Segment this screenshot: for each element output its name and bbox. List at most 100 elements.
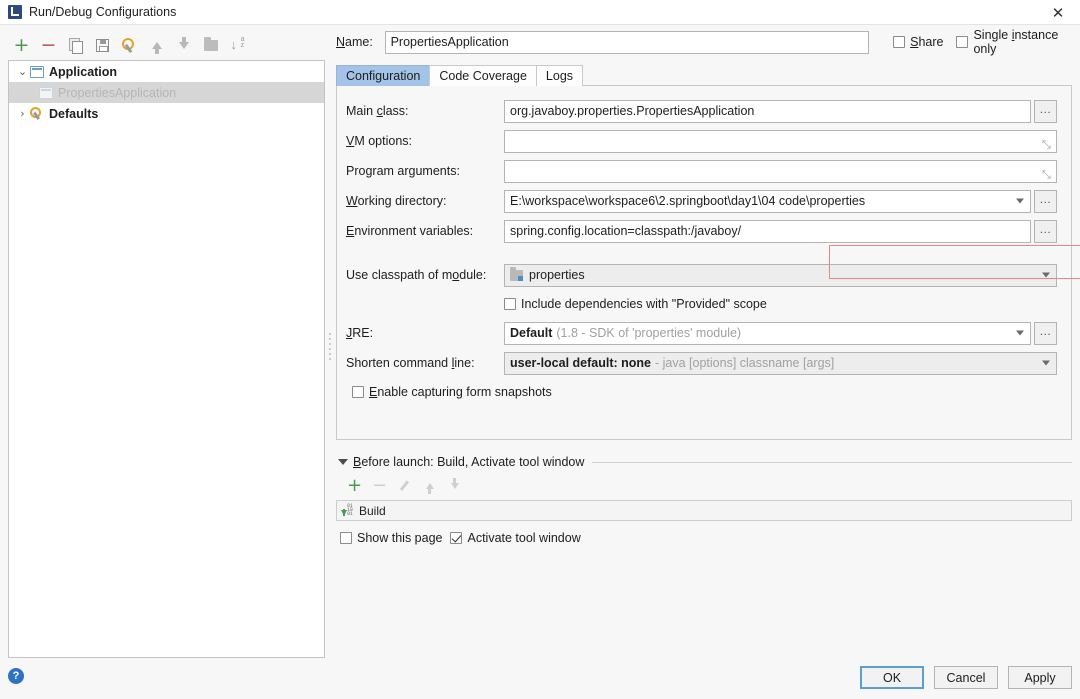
chevron-down-icon[interactable]	[1016, 331, 1024, 336]
checkbox-box[interactable]	[340, 532, 352, 544]
program-arguments-label: Program arguments:	[346, 164, 504, 178]
chevron-right-icon[interactable]: ›	[15, 107, 30, 120]
sort-alphabetically-button[interactable]: ↓az	[224, 34, 251, 56]
move-down-button[interactable]	[170, 34, 197, 56]
panel-splitter[interactable]	[327, 330, 332, 372]
close-icon[interactable]: ✕	[1036, 0, 1080, 25]
arrow-up-icon	[426, 483, 434, 489]
move-up-button[interactable]	[143, 34, 170, 56]
vm-options-label: VM options:	[346, 134, 504, 148]
copy-configuration-button[interactable]	[62, 34, 89, 56]
add-task-button[interactable]: +	[343, 475, 366, 497]
enable-capturing-checkbox[interactable]: Enable capturing form snapshots	[352, 385, 552, 399]
add-configuration-button[interactable]: +	[8, 34, 35, 56]
tree-node-label: PropertiesApplication	[58, 86, 176, 100]
show-this-page-label: Show this page	[357, 531, 442, 545]
tab-configuration[interactable]: Configuration	[336, 65, 430, 86]
configuration-panel: Main class: org.javaboy.properties.Prope…	[336, 85, 1072, 440]
single-instance-only-checkbox[interactable]: Single instance only	[956, 28, 1072, 56]
single-instance-label: Single instance only	[973, 28, 1072, 56]
tree-node-defaults[interactable]: › Defaults	[9, 103, 324, 124]
main-class-row: Main class: org.javaboy.properties.Prope…	[346, 98, 1057, 124]
chevron-down-icon[interactable]	[1042, 361, 1050, 366]
expand-icon[interactable]: ⤡	[1042, 169, 1053, 180]
tab-logs[interactable]: Logs	[536, 65, 583, 86]
editor-tabs: Configuration Code Coverage Logs	[336, 65, 1072, 86]
shorten-command-line-select[interactable]: user-local default: none - java [options…	[504, 352, 1057, 375]
window-title: Run/Debug Configurations	[29, 5, 176, 19]
remove-configuration-button[interactable]: −	[35, 34, 62, 56]
main-class-input[interactable]: org.javaboy.properties.PropertiesApplica…	[504, 100, 1031, 123]
minus-icon: −	[41, 36, 57, 55]
working-directory-browse-button[interactable]: …	[1034, 190, 1057, 213]
enable-capturing-label: Enable capturing form snapshots	[369, 385, 552, 399]
save-configuration-button[interactable]	[89, 34, 116, 56]
header-checkboxes: Share Single instance only	[893, 28, 1072, 56]
checkbox-box[interactable]	[352, 386, 364, 398]
show-this-page-checkbox[interactable]: Show this page	[340, 531, 442, 545]
before-launch-header[interactable]: Before launch: Build, Activate tool wind…	[336, 455, 1072, 469]
expand-icon[interactable]: ⤡	[1042, 139, 1053, 150]
move-task-down-button[interactable]	[443, 475, 466, 497]
name-row: Name: Share Single instance only	[336, 30, 1072, 54]
chevron-down-icon[interactable]	[1042, 273, 1050, 278]
jre-value: Default	[510, 326, 552, 340]
shorten-command-line-label: Shorten command line:	[346, 356, 504, 370]
chevron-down-icon[interactable]	[1016, 199, 1024, 204]
jre-hint: (1.8 - SDK of 'properties' module)	[556, 326, 741, 340]
tree-node-propertiesapplication[interactable]: PropertiesApplication	[9, 82, 324, 103]
before-launch-task-list[interactable]: 011001 Build	[336, 500, 1072, 521]
tab-code-coverage[interactable]: Code Coverage	[429, 65, 537, 86]
name-input[interactable]	[385, 31, 870, 54]
arrow-up-icon	[152, 42, 162, 49]
dialog-buttons: OK Cancel Apply	[860, 666, 1072, 689]
working-directory-input[interactable]: E:\workspace\workspace6\2.springboot\day…	[504, 190, 1031, 213]
vm-options-row: VM options: ⤡	[346, 128, 1057, 154]
cancel-button[interactable]: Cancel	[934, 666, 998, 689]
apply-button[interactable]: Apply	[1008, 666, 1072, 689]
checkbox-box[interactable]	[893, 36, 905, 48]
new-folder-button[interactable]	[197, 34, 224, 56]
jre-browse-button[interactable]: …	[1034, 322, 1057, 345]
environment-variables-input[interactable]: spring.config.location=classpath:/javabo…	[504, 220, 1031, 243]
chevron-down-icon[interactable]: ⌄	[15, 65, 30, 78]
checkbox-box[interactable]	[504, 298, 516, 310]
plus-icon: +	[14, 36, 30, 55]
configurations-tree[interactable]: ⌄ Application PropertiesApplication › De…	[8, 60, 325, 658]
vm-options-input[interactable]: ⤡	[504, 130, 1057, 153]
working-directory-label: Working directory:	[346, 194, 504, 208]
include-dependencies-checkbox[interactable]: Include dependencies with "Provided" sco…	[504, 297, 767, 311]
edit-task-button[interactable]	[393, 475, 416, 497]
main-class-browse-button[interactable]: …	[1034, 100, 1057, 123]
tree-node-label: Application	[49, 65, 117, 79]
include-dependencies-row: Include dependencies with "Provided" sco…	[346, 292, 1057, 316]
move-task-up-button[interactable]	[418, 475, 441, 497]
use-classpath-of-module-select[interactable]: properties	[504, 264, 1057, 287]
edit-defaults-button[interactable]	[116, 34, 143, 56]
triangle-down-icon[interactable]	[338, 459, 348, 465]
remove-task-button[interactable]: −	[368, 475, 391, 497]
run-debug-configurations-dialog: Run/Debug Configurations ✕ + − ↓az ⌄ App…	[0, 0, 1080, 699]
checkbox-box[interactable]	[956, 36, 968, 48]
tree-node-label: Defaults	[49, 107, 98, 121]
environment-variables-label: Environment variables:	[346, 224, 504, 238]
program-arguments-input[interactable]: ⤡	[504, 160, 1057, 183]
pencil-icon	[399, 480, 411, 492]
tree-node-application[interactable]: ⌄ Application	[9, 61, 324, 82]
include-dependencies-label: Include dependencies with "Provided" sco…	[521, 297, 767, 311]
checkbox-box[interactable]	[450, 532, 462, 544]
share-checkbox[interactable]: Share	[893, 35, 943, 49]
before-launch-toolbar: + −	[336, 474, 1072, 498]
ok-button[interactable]: OK	[860, 666, 924, 689]
main-class-value: org.javaboy.properties.PropertiesApplica…	[510, 104, 754, 118]
jre-select[interactable]: Default (1.8 - SDK of 'properties' modul…	[504, 322, 1031, 345]
shorten-command-line-value: user-local default: none	[510, 356, 651, 370]
jre-label: JRE:	[346, 326, 504, 340]
activate-tool-window-checkbox[interactable]: Activate tool window	[450, 531, 580, 545]
before-launch-title: Before launch: Build, Activate tool wind…	[353, 455, 584, 469]
folder-icon	[204, 40, 218, 51]
environment-variables-browse-button[interactable]: …	[1034, 220, 1057, 243]
help-icon[interactable]: ?	[8, 668, 24, 684]
plus-icon: +	[347, 477, 362, 495]
shorten-command-line-hint: - java [options] classname [args]	[655, 356, 834, 370]
